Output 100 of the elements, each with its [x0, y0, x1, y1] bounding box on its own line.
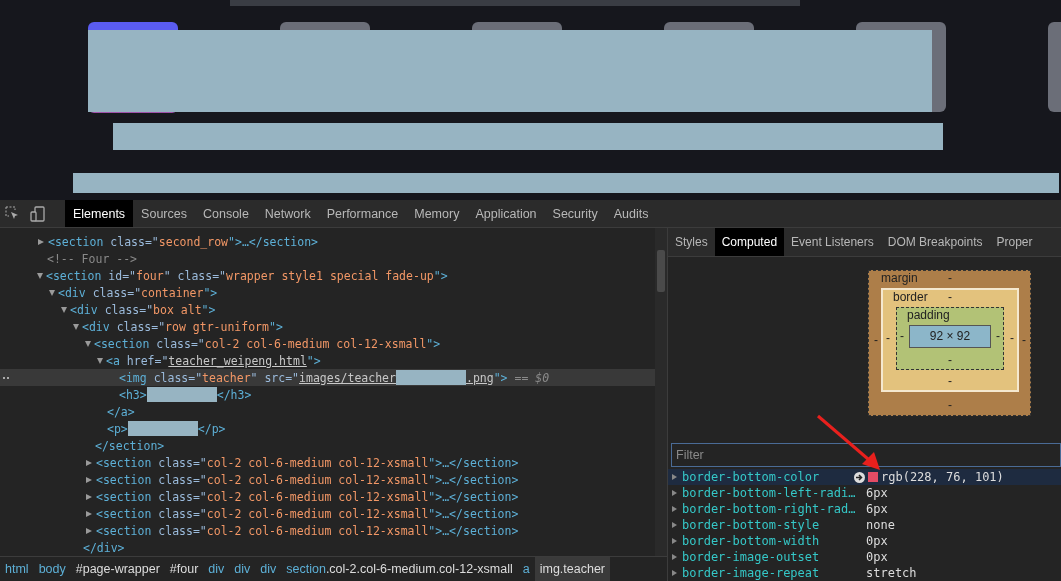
property-value: 0px: [866, 550, 888, 564]
annotation-arrow: [816, 414, 882, 472]
dom-node[interactable]: <p> </p>: [0, 420, 655, 437]
redaction-block: [127, 421, 198, 436]
expand-triangle-icon[interactable]: [672, 522, 677, 528]
computed-property[interactable]: border-image-outset 0px: [668, 549, 1061, 565]
panel-tab[interactable]: Network: [256, 200, 319, 227]
computed-property[interactable]: border-bottom-color rgb(228, 76, 101): [668, 469, 1061, 485]
panel-tab[interactable]: Memory: [406, 200, 468, 227]
breadcrumb[interactable]: body: [33, 557, 71, 581]
dom-node[interactable]: <section class="col-2 col-6-medium col-12-xsmall">: [0, 335, 655, 352]
dom-node[interactable]: <img class="teacher" src="images/teacher .png"> == $0: [0, 369, 655, 386]
scrollbar-thumb[interactable]: [657, 250, 665, 292]
dom-node[interactable]: <section class="col-2 col-6-medium col-12-xsmall">…</section>: [0, 505, 655, 522]
dom-node[interactable]: <div class="box alt">: [0, 301, 655, 318]
property-value: 6px: [866, 502, 888, 516]
expand-triangle-icon[interactable]: [672, 570, 677, 576]
dom-node[interactable]: <section id="four" class="wrapper style1 special fade-up">: [0, 267, 655, 284]
property-value: 6px: [866, 486, 888, 500]
dom-node[interactable]: </div>: [0, 539, 655, 556]
expanded-triangle-icon[interactable]: [73, 323, 79, 330]
computed-property[interactable]: border-image-repeat stretch: [668, 565, 1061, 581]
expanded-triangle-icon[interactable]: [49, 289, 55, 296]
breadcrumb[interactable]: img.teacher: [534, 557, 610, 581]
box-value: -: [899, 329, 905, 344]
computed-property[interactable]: border-bottom-width 0px: [668, 533, 1061, 549]
breadcrumb[interactable]: div: [229, 557, 256, 581]
dom-node[interactable]: <section class="second_row">…</section>: [0, 233, 655, 250]
redaction-block: [395, 370, 466, 385]
panel-tab[interactable]: Console: [194, 200, 257, 227]
panel-tab[interactable]: Sources: [133, 200, 195, 227]
dom-node[interactable]: <a href="teacher_weipeng.html">: [0, 352, 655, 369]
property-value: 0px: [866, 534, 888, 548]
inspect-cursor-icon[interactable]: [5, 206, 20, 221]
property-value: rgb(228, 76, 101): [881, 470, 1004, 484]
computed-property[interactable]: border-bottom-left-radi… 6px: [668, 485, 1061, 501]
expand-triangle-icon[interactable]: [672, 554, 677, 560]
collapsed-triangle-icon[interactable]: [86, 527, 92, 534]
dom-node[interactable]: <section class="col-2 col-6-medium col-12-xsmall">…</section>: [0, 454, 655, 471]
dom-node[interactable]: <section class="col-2 col-6-medium col-12-xsmall">…</section>: [0, 522, 655, 539]
dom-node[interactable]: <section class="col-2 col-6-medium col-12-xsmall">…</section>: [0, 488, 655, 505]
box-value: -: [885, 331, 891, 346]
collapsed-triangle-icon[interactable]: [86, 459, 92, 466]
collapsed-triangle-icon[interactable]: [86, 476, 92, 483]
box-label: margin: [880, 270, 918, 285]
box-value: -: [948, 373, 952, 391]
collapsed-triangle-icon[interactable]: [86, 510, 92, 517]
breadcrumb[interactable]: div: [255, 557, 282, 581]
dom-node[interactable]: <!-- Four -->: [0, 250, 655, 267]
box-value: -: [948, 290, 952, 305]
computed-property[interactable]: border-bottom-right-rad… 6px: [668, 501, 1061, 517]
dom-node[interactable]: <h3> </h3>: [0, 386, 655, 403]
scrollbar[interactable]: [655, 228, 667, 556]
property-name: border-bottom-color: [682, 470, 821, 484]
redaction-block: [146, 387, 217, 402]
sidebar-tab[interactable]: Proper: [989, 228, 1040, 256]
expand-triangle-icon[interactable]: [672, 490, 677, 496]
breadcrumb[interactable]: #page-wrapper: [70, 557, 165, 581]
property-name: border-image-outset: [682, 550, 821, 564]
collapsed-triangle-icon[interactable]: [38, 238, 44, 245]
sidebar-tab[interactable]: Event Listeners: [784, 228, 881, 256]
panel-tab[interactable]: Audits: [605, 200, 657, 227]
panel-tab[interactable]: Elements: [65, 200, 134, 227]
device-toolbar-icon[interactable]: [30, 205, 46, 222]
expanded-triangle-icon[interactable]: [37, 272, 43, 279]
expanded-triangle-icon[interactable]: [97, 357, 103, 364]
breadcrumb[interactable]: div: [203, 557, 230, 581]
sidebar-tab[interactable]: Styles: [668, 228, 715, 256]
box-value: -: [948, 396, 952, 414]
content-box: 92 × 92: [909, 324, 991, 348]
expand-triangle-icon[interactable]: [672, 506, 677, 512]
expanded-triangle-icon[interactable]: [85, 340, 91, 347]
breadcrumb[interactable]: a: [517, 557, 535, 581]
computed-property[interactable]: border-bottom-style none: [668, 517, 1061, 533]
sidebar-tab[interactable]: DOM Breakpoints: [880, 228, 990, 256]
dom-node[interactable]: <div class="container">: [0, 284, 655, 301]
go-to-arrow-icon[interactable]: [854, 471, 865, 483]
property-name: border-bottom-style: [682, 518, 821, 532]
expanded-triangle-icon[interactable]: [61, 306, 67, 313]
expand-triangle-icon[interactable]: [672, 474, 677, 480]
property-value: none: [866, 518, 895, 532]
breadcrumb[interactable]: #four: [164, 557, 204, 581]
expand-triangle-icon[interactable]: [672, 538, 677, 544]
panel-tab[interactable]: Performance: [318, 200, 407, 227]
dom-node[interactable]: <div class="row gtr-uniform">: [0, 318, 655, 335]
box-label: padding: [906, 307, 950, 322]
dom-node[interactable]: <section class="col-2 col-6-medium col-12-xsmall">…</section>: [0, 471, 655, 488]
collapsed-triangle-icon[interactable]: [86, 493, 92, 500]
box-value: -: [873, 333, 879, 348]
panel-tab[interactable]: Application: [467, 200, 545, 227]
panel-tab[interactable]: Security: [544, 200, 606, 227]
dom-node[interactable]: </a>: [0, 403, 655, 420]
property-name: border-image-repeat: [682, 566, 821, 580]
box-value: -: [1009, 331, 1015, 346]
sidebar-tab[interactable]: Computed: [714, 228, 785, 256]
breadcrumb[interactable]: html: [0, 557, 34, 581]
dom-node[interactable]: </section>: [0, 437, 655, 454]
filter-field[interactable]: Filter: [671, 443, 1061, 467]
breadcrumb[interactable]: section.col-2.col-6-medium.col-12-xsmall: [281, 557, 518, 581]
box-label: border: [892, 290, 928, 305]
